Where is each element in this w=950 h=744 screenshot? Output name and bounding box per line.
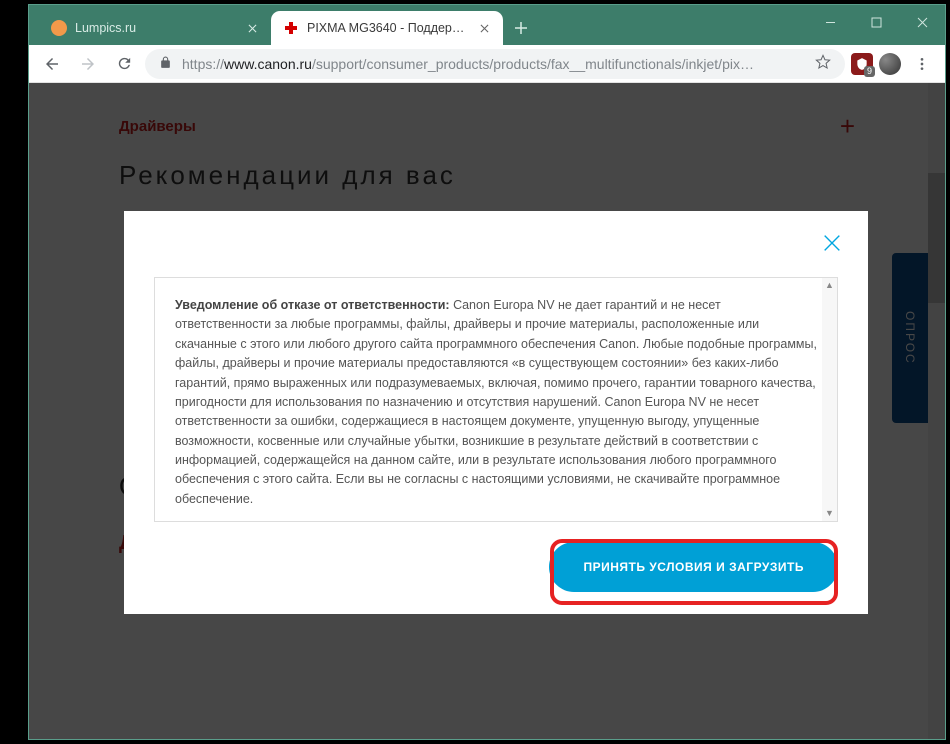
close-icon[interactable] <box>477 21 491 35</box>
window-controls <box>807 5 945 39</box>
url-text: https://www.canon.ru/support/consumer_pr… <box>182 56 805 72</box>
close-icon <box>821 232 843 254</box>
profile-avatar[interactable] <box>879 53 901 75</box>
disclaimer-title: Уведомление об отказе от ответственности… <box>175 298 450 312</box>
browser-window: Lumpics.ru PIXMA MG3640 - Поддержка - З … <box>28 4 946 740</box>
accept-download-button[interactable]: ПРИНЯТЬ УСЛОВИЯ И ЗАГРУЗИТЬ <box>549 542 838 592</box>
extension-count: 9 <box>864 66 875 77</box>
menu-button[interactable] <box>907 49 937 79</box>
disclaimer-body: Canon Europa NV не дает гарантий и не не… <box>175 298 817 506</box>
titlebar: Lumpics.ru PIXMA MG3640 - Поддержка - З <box>29 5 945 45</box>
reload-button[interactable] <box>109 49 139 79</box>
favicon-canon <box>283 20 299 36</box>
minimize-button[interactable] <box>807 5 853 39</box>
bookmark-icon[interactable] <box>815 54 831 73</box>
scroll-up-icon[interactable]: ▲ <box>822 278 837 293</box>
viewport: Драйверы + Рекомендации для вас Отдельны… <box>29 83 945 739</box>
tab-title: Lumpics.ru <box>75 21 237 35</box>
tab-title: PIXMA MG3640 - Поддержка - З <box>307 21 469 35</box>
tabstrip: Lumpics.ru PIXMA MG3640 - Поддержка - З <box>29 5 535 45</box>
lock-icon <box>159 56 172 72</box>
address-bar[interactable]: https://www.canon.ru/support/consumer_pr… <box>145 49 845 79</box>
back-button[interactable] <box>37 49 67 79</box>
new-tab-button[interactable] <box>507 14 535 42</box>
disclaimer-textbox[interactable]: Уведомление об отказе от ответственности… <box>154 277 838 522</box>
disclaimer-modal: Уведомление об отказе от ответственности… <box>124 211 868 614</box>
toolbar: https://www.canon.ru/support/consumer_pr… <box>29 45 945 83</box>
favicon-lumpics <box>51 20 67 36</box>
modal-actions: ПРИНЯТЬ УСЛОВИЯ И ЗАГРУЗИТЬ <box>124 522 868 604</box>
tab-lumpics[interactable]: Lumpics.ru <box>39 11 271 45</box>
modal-close-button[interactable] <box>818 229 846 257</box>
forward-button[interactable] <box>73 49 103 79</box>
tab-canon[interactable]: PIXMA MG3640 - Поддержка - З <box>271 11 503 45</box>
close-window-button[interactable] <box>899 5 945 39</box>
scroll-down-icon[interactable]: ▼ <box>822 506 837 521</box>
textbox-scrollbar[interactable] <box>822 278 837 521</box>
extension-ublock[interactable]: 9 <box>851 53 873 75</box>
close-icon[interactable] <box>245 21 259 35</box>
maximize-button[interactable] <box>853 5 899 39</box>
